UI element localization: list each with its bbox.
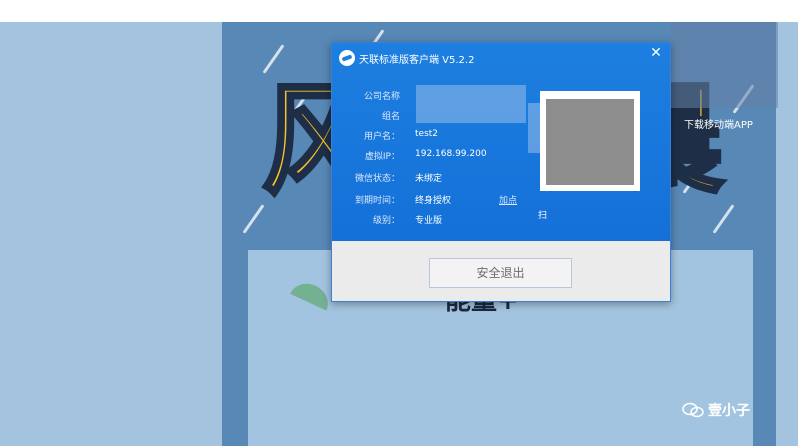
background-left (0, 22, 222, 446)
info-value: 未绑定 (415, 174, 443, 184)
info-value: 192.168.99.200 (415, 149, 487, 159)
client-dialog: 天联标准版客户端 V5.2.2 ✕ 公司名称 组名 用户名： test2 虚拟I… (331, 42, 671, 302)
info-label: 微信状态： (354, 174, 400, 184)
top-bar (0, 0, 798, 22)
scan-hint: 扫 (538, 211, 548, 221)
info-label: 用户名： (363, 132, 400, 142)
qr-code (540, 91, 640, 191)
add-points-link[interactable]: 加点 (499, 193, 517, 206)
info-label: 级别： (372, 216, 400, 226)
app-logo-icon (339, 50, 355, 66)
qr-redacted (546, 99, 634, 185)
info-label: 虚拟IP： (364, 152, 400, 162)
info-value: test2 (415, 129, 439, 139)
info-label: 组名 (381, 112, 400, 122)
dialog-title: 天联标准版客户端 V5.2.2 (359, 55, 475, 66)
info-label: 到期时间： (354, 196, 400, 206)
background-right (776, 22, 798, 446)
info-label: 公司名称 (363, 92, 400, 102)
info-value: 专业版 (415, 216, 443, 226)
redacted-company (416, 85, 526, 123)
info-value: 终身授权 (415, 196, 452, 206)
close-button[interactable]: ✕ (648, 45, 664, 61)
watermark-text: 壹小子 (708, 403, 750, 419)
wechat-icon (682, 402, 704, 418)
logout-button[interactable]: 安全退出 (429, 258, 572, 288)
download-app-box[interactable] (670, 22, 778, 108)
dialog-header: 天联标准版客户端 V5.2.2 ✕ 公司名称 组名 用户名： test2 虚拟I… (332, 43, 670, 241)
download-app-label[interactable]: 下载移动端APP (684, 116, 753, 131)
rain-streak (262, 44, 285, 74)
watermark: 壹小子 (682, 400, 750, 420)
